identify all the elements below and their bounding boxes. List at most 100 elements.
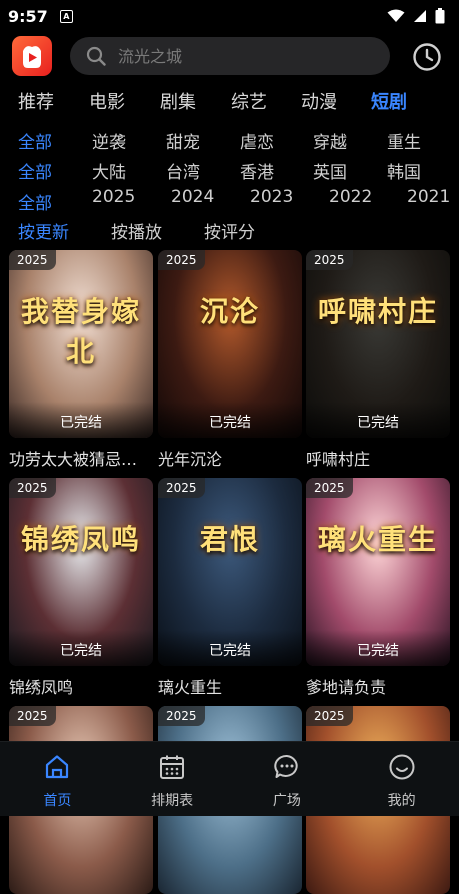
search-icon <box>86 46 106 66</box>
status-overlay: 已完结 <box>158 402 302 438</box>
poster-image: 沉沦 2025 已完结 <box>158 250 302 438</box>
drama-card[interactable]: 君恨 2025 已完结璃火重生 <box>158 478 302 698</box>
year-filter-item[interactable]: 2025 <box>92 187 135 207</box>
year-filter-item[interactable]: 2024 <box>171 187 214 207</box>
search-bar[interactable] <box>70 37 390 75</box>
nav-square-label: 广场 <box>272 793 301 809</box>
main-category-tabs: 推荐 电影 剧集 综艺 动漫 短剧 <box>0 88 459 120</box>
year-filter-all[interactable]: 全部 <box>18 189 52 214</box>
year-badge: 2025 <box>306 250 353 270</box>
tab-recommend[interactable]: 推荐 <box>18 88 54 114</box>
drama-card[interactable]: 锦绣凤鸣 2025 已完结 锦绣凤鸣 <box>9 478 153 698</box>
poster-title-art: 君恨 <box>199 523 260 556</box>
poster-image: 璃火重生 2025 已完结 <box>306 478 450 666</box>
nav-home-label: 首页 <box>43 793 72 809</box>
genre-filter-item[interactable]: 逆袭 <box>92 128 126 153</box>
tab-series[interactable]: 剧集 <box>160 88 196 114</box>
genre-filter-all[interactable]: 全部 <box>18 128 52 153</box>
status-bar: 9:57 A <box>0 0 459 32</box>
poster-image: 我替身嫁北 2025 已完结 <box>9 250 153 438</box>
year-badge: 2025 <box>306 706 353 726</box>
card-title: 爹地请负责 <box>306 678 387 697</box>
drama-card[interactable]: 璃火重生 2025 已完结爹地请负责 <box>306 478 450 698</box>
status-time: 9:57 <box>8 6 48 26</box>
region-filter-item[interactable]: 大陆 <box>92 158 126 183</box>
chat-bubble-icon <box>274 754 298 778</box>
year-badge: 2025 <box>9 706 56 726</box>
tab-movies[interactable]: 电影 <box>89 88 125 114</box>
card-title: 光年沉沦 <box>158 450 223 469</box>
completion-status: 已完结 <box>209 643 251 659</box>
smiley-icon <box>389 754 415 780</box>
status-overlay: 已完结 <box>9 630 153 666</box>
nav-home[interactable]: 首页 <box>0 742 115 816</box>
battery-icon <box>435 8 445 24</box>
clock-icon <box>413 43 441 71</box>
sort-by-rating[interactable]: 按评分 <box>204 218 255 243</box>
year-filter-item[interactable]: 2022 <box>329 187 372 207</box>
status-icons <box>387 8 445 24</box>
year-badge: 2025 <box>9 250 56 270</box>
genre-filter-row: 全部 逆袭 甜宠 虐恋 穿越 重生 <box>0 128 459 156</box>
poster-image: 锦绣凤鸣 2025 已完结 <box>9 478 153 666</box>
nav-square[interactable]: 广场 <box>230 742 345 816</box>
region-filter-item[interactable]: 台湾 <box>166 158 200 183</box>
drama-card[interactable]: 我替身嫁北 2025 已完结 功劳太大被猜忌… <box>9 250 153 470</box>
year-badge: 2025 <box>9 478 56 498</box>
bottom-navigation: 首页 排期表 广场 我的 <box>0 741 459 816</box>
tab-anime[interactable]: 动漫 <box>301 88 337 114</box>
completion-status: 已完结 <box>357 415 399 431</box>
nav-schedule[interactable]: 排期表 <box>115 742 230 816</box>
poster-image: 君恨 2025 已完结 <box>158 478 302 666</box>
notification-icon: A <box>59 9 73 23</box>
top-bar <box>0 36 459 78</box>
year-badge: 2025 <box>158 706 205 726</box>
search-input[interactable] <box>118 46 358 66</box>
year-badge: 2025 <box>306 478 353 498</box>
app-logo[interactable] <box>12 36 52 76</box>
sort-row: 按更新 按播放 按评分 <box>0 218 459 246</box>
nav-profile[interactable]: 我的 <box>344 742 459 816</box>
year-badge: 2025 <box>158 478 205 498</box>
genre-filter-item[interactable]: 虐恋 <box>240 128 274 153</box>
region-filter-item[interactable]: 香港 <box>240 158 274 183</box>
home-icon <box>46 755 69 779</box>
year-filter-item[interactable]: 2021 <box>407 187 450 207</box>
status-overlay: 已完结 <box>306 630 450 666</box>
tab-variety[interactable]: 综艺 <box>231 88 267 114</box>
completion-status: 已完结 <box>60 643 102 659</box>
nav-profile-label: 我的 <box>387 793 416 809</box>
card-title: 呼啸村庄 <box>306 450 371 469</box>
region-filter-all[interactable]: 全部 <box>18 158 52 183</box>
signal-icon <box>414 10 426 22</box>
region-filter-item[interactable]: 韩国 <box>387 158 421 183</box>
drama-card[interactable]: 呼啸村庄 2025 已完结 呼啸村庄 <box>306 250 450 470</box>
genre-filter-item[interactable]: 穿越 <box>313 128 347 153</box>
region-filter-item[interactable]: 英国 <box>313 158 347 183</box>
poster-title-art: 璃火重生 <box>317 523 438 556</box>
calendar-icon <box>160 755 185 779</box>
poster-title-art: 沉沦 <box>199 295 260 328</box>
play-logo-icon <box>23 46 41 68</box>
card-title: 锦绣凤鸣 <box>9 678 74 697</box>
year-filter-row: 全部 2025 2024 2023 2022 2021 <box>0 187 459 215</box>
genre-filter-item[interactable]: 甜宠 <box>166 128 200 153</box>
poster-image: 呼啸村庄 2025 已完结 <box>306 250 450 438</box>
drama-card[interactable]: 沉沦 2025 已完结光年沉沦 <box>158 250 302 470</box>
status-overlay: 已完结 <box>306 402 450 438</box>
tab-short-drama[interactable]: 短剧 <box>371 88 407 114</box>
poster-title-art: 呼啸村庄 <box>317 295 438 328</box>
completion-status: 已完结 <box>357 643 399 659</box>
nav-schedule-label: 排期表 <box>151 793 194 809</box>
card-title: 璃火重生 <box>158 678 223 697</box>
genre-filter-item[interactable]: 重生 <box>387 128 421 153</box>
card-title: 功劳太大被猜忌… <box>9 450 138 469</box>
wifi-icon <box>387 9 405 22</box>
sort-by-update[interactable]: 按更新 <box>18 218 69 243</box>
year-filter-item[interactable]: 2023 <box>250 187 293 207</box>
year-badge: 2025 <box>158 250 205 270</box>
poster-title-art: 我替身嫁北 <box>20 295 141 368</box>
history-button[interactable] <box>411 41 443 73</box>
sort-by-plays[interactable]: 按播放 <box>111 218 162 243</box>
region-filter-row: 全部 大陆 台湾 香港 英国 韩国 <box>0 158 459 186</box>
